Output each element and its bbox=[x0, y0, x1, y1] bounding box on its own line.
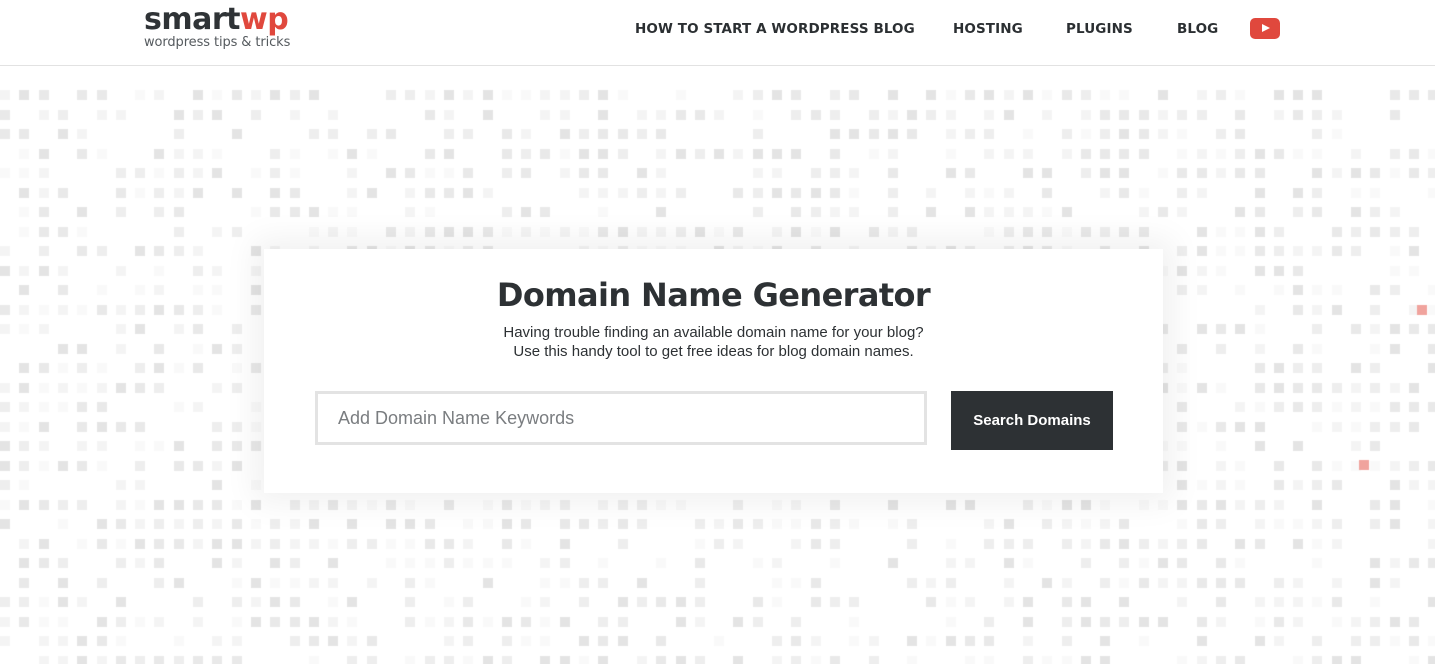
nav-blog[interactable]: BLOG bbox=[1177, 20, 1218, 38]
description-line-2: Use this handy tool to get free ideas fo… bbox=[513, 343, 914, 360]
search-domains-button[interactable]: Search Domains bbox=[951, 391, 1113, 450]
domain-generator-card: Domain Name Generator Having trouble fin… bbox=[264, 249, 1163, 493]
site-header: smartwp wordpress tips & tricks HOW TO S… bbox=[0, 0, 1435, 66]
nav-start-blog[interactable]: HOW TO START A WORDPRESS BLOG bbox=[635, 20, 915, 38]
tool-description: Having trouble finding an available doma… bbox=[264, 323, 1163, 361]
description-line-1: Having trouble finding an available doma… bbox=[503, 324, 924, 341]
nav-plugins[interactable]: PLUGINS bbox=[1066, 20, 1133, 38]
nav-hosting[interactable]: HOSTING bbox=[953, 20, 1023, 38]
main-nav: HOW TO START A WORDPRESS BLOG HOSTING PL… bbox=[0, 20, 1435, 40]
keywords-input[interactable] bbox=[315, 391, 927, 445]
youtube-icon[interactable] bbox=[1250, 18, 1280, 39]
page-title: Domain Name Generator bbox=[496, 276, 931, 314]
